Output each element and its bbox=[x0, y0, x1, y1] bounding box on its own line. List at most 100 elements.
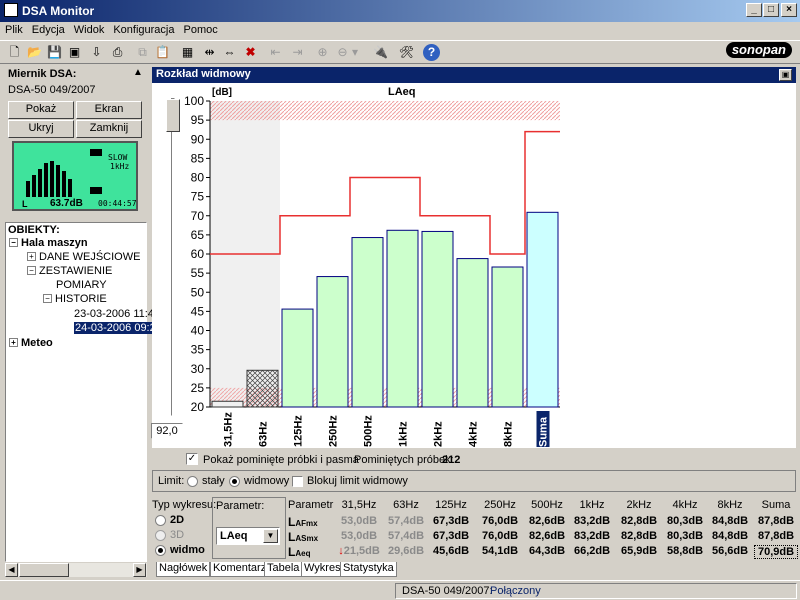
limit-const-radio[interactable] bbox=[187, 476, 198, 487]
table-cell: 53,0dB bbox=[340, 530, 378, 542]
slider-value-field[interactable]: 92,0 bbox=[151, 423, 183, 439]
x-tick-label-63Hz: 63Hz bbox=[258, 421, 270, 447]
save-icon[interactable]: 💾 bbox=[45, 43, 64, 62]
table-header: 8kHz bbox=[717, 499, 743, 511]
save-all-icon[interactable]: ▣ bbox=[65, 43, 84, 62]
zoom-in-icon[interactable]: ⊕ bbox=[313, 43, 332, 62]
screen-button[interactable]: Ekran bbox=[76, 101, 142, 119]
delete-icon[interactable]: ✖ bbox=[241, 43, 260, 62]
tab-statystyka[interactable]: Statystyka bbox=[340, 562, 397, 577]
table-header: 2kHz bbox=[626, 499, 652, 511]
tree-horizontal-scrollbar[interactable]: ◀ ▶ bbox=[5, 563, 147, 577]
copy-icon[interactable]: ⧉ bbox=[133, 43, 152, 62]
close-button[interactable]: × bbox=[781, 3, 797, 17]
tree-item-hala[interactable]: − Hala maszyn bbox=[9, 237, 88, 249]
open-folder-icon[interactable]: 📂 bbox=[25, 43, 44, 62]
menu-edycja[interactable]: Edycja bbox=[27, 22, 69, 36]
chevron-down-icon[interactable]: ▼ bbox=[263, 529, 278, 543]
table-cell: 29,6dB bbox=[387, 545, 425, 557]
columns-icon[interactable]: ⇔ bbox=[220, 43, 239, 62]
show-skipped-checkbox[interactable]: ✓ bbox=[186, 453, 198, 465]
table-cell: 56,6dB bbox=[711, 545, 749, 557]
collapse-up-icon[interactable]: ▲ bbox=[133, 67, 143, 78]
table-cell: 82,6dB bbox=[528, 515, 566, 527]
maximize-button[interactable]: □ bbox=[763, 3, 779, 17]
y-tick-label: 100 bbox=[184, 94, 204, 108]
y-axis-unit: [dB] bbox=[212, 87, 232, 98]
paste-icon[interactable]: 📋 bbox=[153, 43, 172, 62]
table-cell: 67,3dB bbox=[432, 530, 470, 542]
table-cell: 64,3dB bbox=[528, 545, 566, 557]
split-icon[interactable]: ⇹ bbox=[200, 43, 219, 62]
table-cell: 66,2dB bbox=[573, 545, 611, 557]
close-meter-button[interactable]: Zamknij bbox=[76, 120, 142, 138]
show-button[interactable]: Pokaż bbox=[8, 101, 74, 119]
tree-item-history-2[interactable]: 24-03-2006 09:29 bbox=[74, 322, 163, 334]
limit-slider-thumb[interactable] bbox=[166, 99, 180, 132]
move-left-icon[interactable]: ⇤ bbox=[266, 43, 285, 62]
new-file-icon[interactable]: 🗋 bbox=[5, 43, 24, 62]
help-icon[interactable]: ? bbox=[423, 44, 440, 61]
lock-limit-label: Blokuj limit widmowy bbox=[307, 475, 408, 487]
menu-plik[interactable]: Plik bbox=[0, 22, 27, 36]
scroll-thumb[interactable] bbox=[19, 563, 69, 577]
tree-item-zestawienie[interactable]: − ZESTAWIENIE bbox=[27, 265, 112, 277]
bar-31,5Hz bbox=[211, 400, 244, 408]
spectrum-chart: 20 25 30 35 40 45 50 55 60 65 70 75 80 85 90 95 100 [dB] L… bbox=[184, 86, 560, 447]
menu-bar: Plik Edycja Widok Konfiguracja Pomoc bbox=[0, 22, 800, 40]
table-cell: 57,4dB bbox=[387, 515, 425, 527]
app-icon bbox=[4, 3, 18, 17]
panel-title: Rozkład widmowy bbox=[152, 67, 796, 83]
limit-slider-track[interactable] bbox=[171, 98, 175, 416]
lock-limit-checkbox[interactable] bbox=[292, 476, 303, 487]
tree-item-meteo[interactable]: + Meteo bbox=[9, 337, 53, 349]
minimize-button[interactable]: _ bbox=[746, 3, 762, 17]
hide-button[interactable]: Ukryj bbox=[8, 120, 74, 138]
status-state: Połączony bbox=[490, 585, 541, 597]
chart-widmo-radio[interactable] bbox=[155, 545, 166, 556]
y-tick-label: 60 bbox=[191, 247, 205, 261]
menu-pomoc[interactable]: Pomoc bbox=[178, 22, 221, 36]
move-right-icon[interactable]: ⇥ bbox=[288, 43, 307, 62]
y-tick-label: 80 bbox=[191, 171, 205, 185]
menu-widok[interactable]: Widok bbox=[69, 22, 109, 36]
table-icon[interactable]: ▦ bbox=[178, 43, 197, 62]
scroll-right-icon[interactable]: ▶ bbox=[133, 563, 146, 577]
menu-konfiguracja[interactable]: Konfiguracja bbox=[108, 22, 178, 36]
y-tick-label: 20 bbox=[191, 400, 205, 414]
settings-tools-icon[interactable]: 🛠 bbox=[397, 43, 416, 62]
panel-restore-icon[interactable]: ▣ bbox=[779, 69, 792, 81]
chart-3d-radio[interactable] bbox=[155, 530, 166, 541]
table-header: 4kHz bbox=[672, 499, 698, 511]
tree-item-history-1[interactable]: 23-03-2006 11:42 bbox=[74, 308, 160, 320]
tab-wykres[interactable]: Wykres bbox=[301, 562, 344, 577]
print-icon[interactable]: ⎙ bbox=[108, 43, 127, 62]
import-icon[interactable]: ⇩ bbox=[87, 43, 106, 62]
tab-tabela[interactable]: Tabela bbox=[264, 562, 303, 577]
chart-2d-radio[interactable] bbox=[155, 515, 166, 526]
tree-item-historie[interactable]: − HISTORIE bbox=[43, 293, 107, 305]
y-tick-label: 95 bbox=[191, 113, 205, 127]
x-tick-label-2kHz: 2kHz bbox=[433, 421, 445, 447]
tab-naglowek[interactable]: Nagłówek bbox=[156, 562, 211, 577]
lcd-mode1: SLOW bbox=[108, 153, 128, 162]
table-cell: 70,9dB bbox=[754, 545, 798, 559]
y-tick-label: 35 bbox=[191, 343, 205, 357]
table-cell: 80,3dB bbox=[666, 530, 704, 542]
x-tick-label-Suma: Suma bbox=[538, 416, 550, 447]
param-select[interactable]: LAeq ▼ bbox=[216, 527, 280, 545]
x-tick-label-31,5Hz: 31,5Hz bbox=[223, 412, 235, 447]
limit-const-label: stały bbox=[202, 475, 225, 487]
limit-spectral-radio[interactable] bbox=[229, 476, 240, 487]
device-connect-icon[interactable]: 🔌 bbox=[371, 43, 390, 62]
y-tick-label: 40 bbox=[191, 324, 205, 338]
zoom-dropdown-icon[interactable]: ▾ bbox=[350, 43, 360, 62]
x-tick-label-4kHz: 4kHz bbox=[468, 421, 480, 447]
scroll-left-icon[interactable]: ◀ bbox=[5, 563, 18, 577]
x-tick-label-125Hz: 125Hz bbox=[293, 415, 305, 447]
table-header: 500Hz bbox=[531, 499, 563, 511]
tree-item-pomiary[interactable]: POMIARY bbox=[56, 279, 107, 291]
tab-komentarz[interactable]: Komentarz bbox=[210, 562, 270, 577]
x-tick-label-250Hz: 250Hz bbox=[328, 415, 340, 447]
tree-item-dane[interactable]: + DANE WEJŚCIOWE bbox=[27, 251, 140, 263]
